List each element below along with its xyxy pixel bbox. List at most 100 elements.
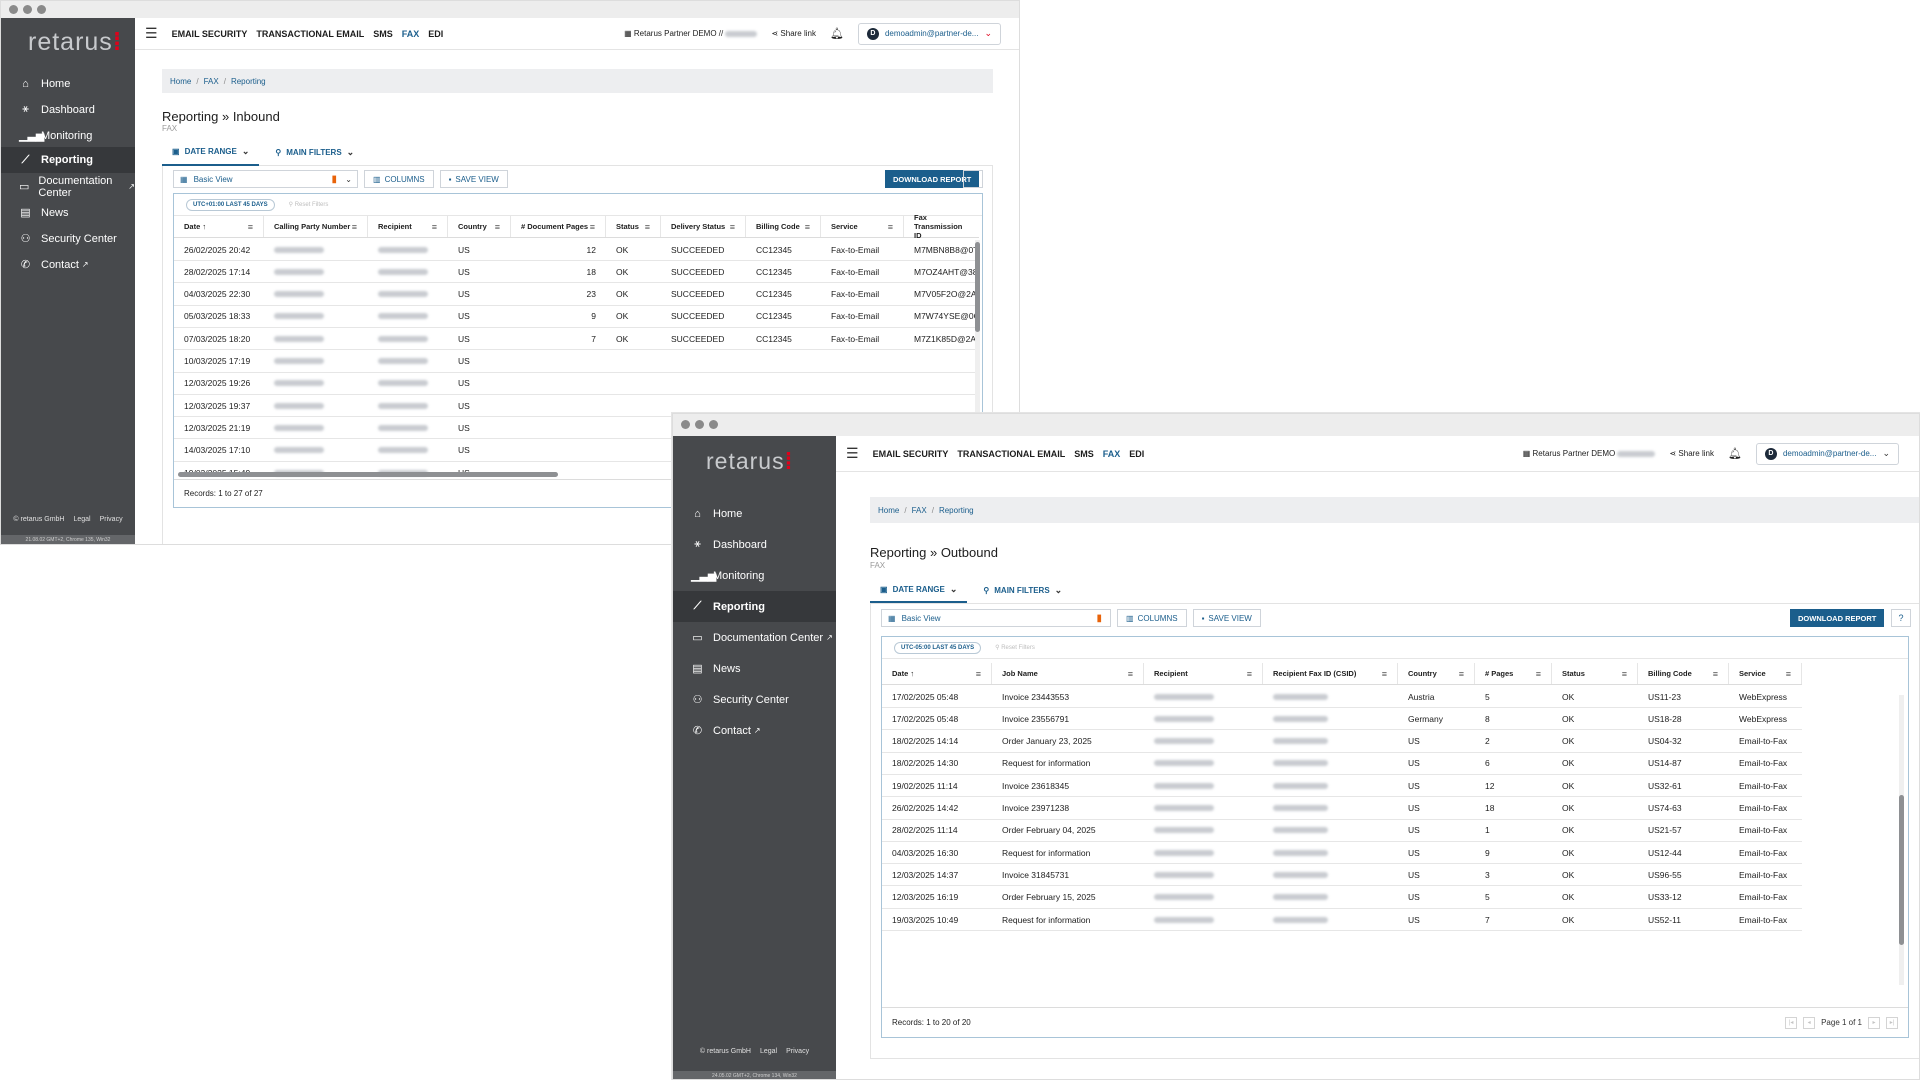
- privacy-link[interactable]: Privacy: [100, 516, 123, 523]
- view-selector[interactable]: ▦ Basic View ▮ ⌄: [173, 170, 358, 188]
- retarus-logo[interactable]: retarus⁞: [28, 28, 122, 57]
- sidebar-item-dashboard[interactable]: ⚹ Dashboard: [673, 529, 836, 560]
- table-row[interactable]: 26/02/2025 20:42 US 12 OK SUCCEEDED CC12345 Fa…: [174, 239, 979, 261]
- window-dot-close[interactable]: [9, 5, 18, 14]
- columns-button[interactable]: ▥ COLUMNS: [364, 170, 434, 188]
- col-fax-transmission-id[interactable]: Fax Transmission ID: [904, 213, 979, 240]
- col-country[interactable]: Country ≡: [448, 216, 511, 237]
- sidebar-item-home[interactable]: ⌂ Home: [673, 498, 836, 529]
- sidebar-item-reporting[interactable]: ⟋ Reporting: [1, 147, 135, 173]
- col-billing-code[interactable]: Billing Code ≡: [1638, 663, 1729, 684]
- prev-page-button[interactable]: ◂: [1803, 1016, 1816, 1029]
- column-menu-icon[interactable]: ≡: [248, 222, 253, 232]
- tab-main-filters[interactable]: ⚲ MAIN FILTERS ⌄: [973, 577, 1072, 603]
- nav-transactional-email[interactable]: TRANSACTIONAL EMAIL: [957, 449, 1065, 459]
- window-dot-close[interactable]: [681, 420, 690, 429]
- share-link-button[interactable]: ⋖ Share link: [771, 29, 816, 38]
- column-menu-icon[interactable]: ≡: [730, 222, 735, 232]
- view-selector[interactable]: ▦ Basic View ▮: [881, 609, 1111, 627]
- col-service[interactable]: Service ≡: [821, 216, 904, 237]
- nav-email-security[interactable]: EMAIL SECURITY: [873, 449, 949, 459]
- table-row[interactable]: 19/02/2025 11:14 Invoice 23618345 US 12 OK US…: [882, 775, 1802, 798]
- col-status[interactable]: Status ≡: [1552, 663, 1638, 684]
- reset-filters-button[interactable]: ⚲ Reset Filters: [995, 644, 1035, 651]
- col-recipient[interactable]: Recipient ≡: [368, 216, 448, 237]
- column-menu-icon[interactable]: ≡: [352, 222, 357, 232]
- retarus-logo[interactable]: retarus⁞: [706, 448, 793, 475]
- table-row[interactable]: 28/02/2025 11:14 Order February 04, 2025 U…: [882, 819, 1802, 842]
- menu-icon[interactable]: ☰: [145, 25, 158, 42]
- tab-main-filters[interactable]: ⚲ MAIN FILTERS ⌄: [265, 140, 364, 166]
- download-report-button[interactable]: DOWNLOAD REPORT: [1790, 609, 1885, 627]
- save-view-button[interactable]: ▪ SAVE VIEW: [1192, 609, 1261, 627]
- table-row[interactable]: 18/02/2025 14:14 Order January 23, 2025 US…: [882, 730, 1802, 753]
- sidebar-item-reporting[interactable]: ⟋ Reporting: [673, 591, 836, 622]
- partner-selector[interactable]: ▦ Retarus Partner DEMO //: [624, 29, 758, 38]
- user-menu[interactable]: Ddemoadmin@partner-de... ⌄: [857, 22, 1001, 45]
- column-menu-icon[interactable]: ≡: [590, 222, 595, 232]
- column-menu-icon[interactable]: ≡: [1128, 669, 1133, 679]
- sidebar-item-security-center[interactable]: ⚇ Security Center: [673, 684, 836, 715]
- legal-link[interactable]: Legal: [73, 516, 90, 523]
- breadcrumb-fax[interactable]: FAX: [204, 77, 219, 86]
- columns-button[interactable]: ▥ COLUMNS: [1117, 609, 1187, 627]
- tab-date-range[interactable]: ▣ DATE RANGE ⌄: [162, 140, 260, 166]
- next-page-button[interactable]: ▸: [1868, 1016, 1880, 1029]
- breadcrumb-reporting[interactable]: Reporting: [939, 506, 974, 515]
- help-button[interactable]: ?: [1891, 609, 1911, 627]
- nav-sms[interactable]: SMS: [1074, 449, 1094, 459]
- col-status[interactable]: Status ≡: [606, 216, 661, 237]
- nav-transactional-email[interactable]: TRANSACTIONAL EMAIL: [256, 29, 364, 39]
- table-row[interactable]: 12/03/2025 16:19 Order February 15, 2025 U…: [882, 886, 1802, 909]
- column-menu-icon[interactable]: ≡: [1713, 669, 1718, 679]
- table-row[interactable]: 05/03/2025 18:33 US 9 OK SUCCEEDED CC12345 Fax…: [174, 305, 979, 328]
- table-row[interactable]: 04/03/2025 22:30 US 23 OK SUCCEEDED CC12345 Fa…: [174, 283, 979, 306]
- column-menu-icon[interactable]: ≡: [432, 222, 437, 232]
- bell-icon[interactable]: 🔔︎: [830, 27, 844, 40]
- col-date[interactable]: Date ↑ ≡: [882, 663, 992, 684]
- table-row[interactable]: 17/02/2025 05:48 Invoice 23443553 Austria 5…: [882, 686, 1802, 708]
- breadcrumb-home[interactable]: Home: [878, 506, 899, 515]
- legal-link[interactable]: Legal: [760, 1048, 777, 1055]
- reset-filters-button[interactable]: ⚲ Reset Filters: [289, 201, 329, 208]
- nav-fax[interactable]: FAX: [402, 29, 420, 39]
- nav-edi[interactable]: EDI: [428, 29, 443, 39]
- vertical-scrollbar[interactable]: [1899, 695, 1904, 985]
- table-row[interactable]: 12/03/2025 19:26 US: [174, 372, 979, 395]
- col-date[interactable]: Date ↑ ≡: [174, 216, 264, 237]
- horizontal-scrollbar[interactable]: [178, 472, 558, 477]
- user-menu[interactable]: Ddemoadmin@partner-de... ⌄: [1755, 442, 1899, 465]
- col-recipient[interactable]: Recipient ≡: [1144, 663, 1263, 684]
- column-menu-icon[interactable]: ≡: [1382, 669, 1387, 679]
- table-row[interactable]: 04/03/2025 16:30 Request for information U…: [882, 842, 1802, 865]
- table-row[interactable]: 26/02/2025 14:42 Invoice 23971238 US 18 OK US…: [882, 797, 1802, 820]
- table-row[interactable]: 10/03/2025 17:19 US: [174, 350, 979, 373]
- share-link-button[interactable]: ⋖ Share link: [1669, 449, 1714, 458]
- sidebar-item-news[interactable]: ▤ News: [673, 653, 836, 684]
- window-dot-minimize[interactable]: [23, 5, 32, 14]
- nav-sms[interactable]: SMS: [373, 29, 393, 39]
- help-button[interactable]: ?: [963, 170, 983, 188]
- privacy-link[interactable]: Privacy: [786, 1048, 809, 1055]
- tab-date-range[interactable]: ▣ DATE RANGE ⌄: [870, 577, 968, 603]
- column-menu-icon[interactable]: ≡: [976, 669, 981, 679]
- bell-icon[interactable]: 🔔︎: [1728, 447, 1742, 460]
- column-menu-icon[interactable]: ≡: [645, 222, 650, 232]
- column-menu-icon[interactable]: ≡: [1459, 669, 1464, 679]
- nav-fax[interactable]: FAX: [1103, 449, 1121, 459]
- menu-icon[interactable]: ☰: [846, 445, 859, 462]
- last-page-button[interactable]: ▸|: [1886, 1016, 1898, 1029]
- col-job-name[interactable]: Job Name ≡: [992, 663, 1144, 684]
- column-menu-icon[interactable]: ≡: [805, 222, 810, 232]
- table-row[interactable]: 18/02/2025 14:30 Request for information U…: [882, 752, 1802, 775]
- sidebar-item-contact[interactable]: ✆ Contact ↗: [673, 715, 836, 746]
- table-row[interactable]: 19/03/2025 10:49 Request for information U…: [882, 909, 1802, 931]
- nav-edi[interactable]: EDI: [1129, 449, 1144, 459]
- window-dot-minimize[interactable]: [695, 420, 704, 429]
- window-dot-maximize[interactable]: [709, 420, 718, 429]
- table-row[interactable]: 12/03/2025 14:37 Invoice 31845731 US 3 OK US9…: [882, 864, 1802, 887]
- col-service[interactable]: Service ≡: [1729, 663, 1802, 684]
- save-view-button[interactable]: ▪ SAVE VIEW: [439, 170, 508, 188]
- col-pages[interactable]: # Pages ≡: [1475, 663, 1552, 684]
- col-country[interactable]: Country ≡: [1398, 663, 1475, 684]
